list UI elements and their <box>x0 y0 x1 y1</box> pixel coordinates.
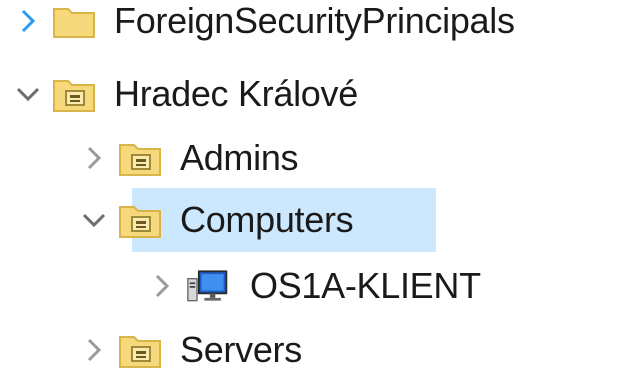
computer-icon <box>186 266 230 306</box>
folder-icon <box>52 1 96 41</box>
tree-item-label: ForeignSecurityPrincipals <box>114 0 515 41</box>
tree-item-admins[interactable]: Admins <box>80 126 299 190</box>
tree-item-os1a-klient[interactable]: OS1A-KLIENT <box>148 254 481 318</box>
expand-chevron-icon[interactable] <box>148 266 176 306</box>
tree-item-label: Computers <box>180 199 354 240</box>
tree-item-hradec-kralove[interactable]: Hradec Králové <box>14 62 358 126</box>
collapse-chevron-icon[interactable] <box>14 74 42 114</box>
tree-item-foreignsecurityprincipals[interactable]: ForeignSecurityPrincipals <box>14 0 515 64</box>
tree-item-label: Servers <box>180 329 302 370</box>
tree-item-label: Hradec Králové <box>114 73 358 114</box>
tree-item-servers[interactable]: Servers <box>80 318 302 382</box>
organizational-unit-icon <box>118 138 162 178</box>
expand-chevron-icon[interactable] <box>80 138 108 178</box>
expand-chevron-icon[interactable] <box>14 1 42 41</box>
organizational-unit-icon <box>118 200 162 240</box>
organizational-unit-icon <box>52 74 96 114</box>
expand-chevron-icon[interactable] <box>80 330 108 370</box>
tree-view: ForeignSecurityPrincipals Hradec Králové <box>0 0 621 387</box>
tree-item-label: OS1A-KLIENT <box>250 265 481 306</box>
organizational-unit-icon <box>118 330 162 370</box>
tree-item-computers[interactable]: Computers <box>80 188 436 252</box>
tree-item-label: Admins <box>180 137 299 178</box>
collapse-chevron-icon[interactable] <box>80 200 108 240</box>
